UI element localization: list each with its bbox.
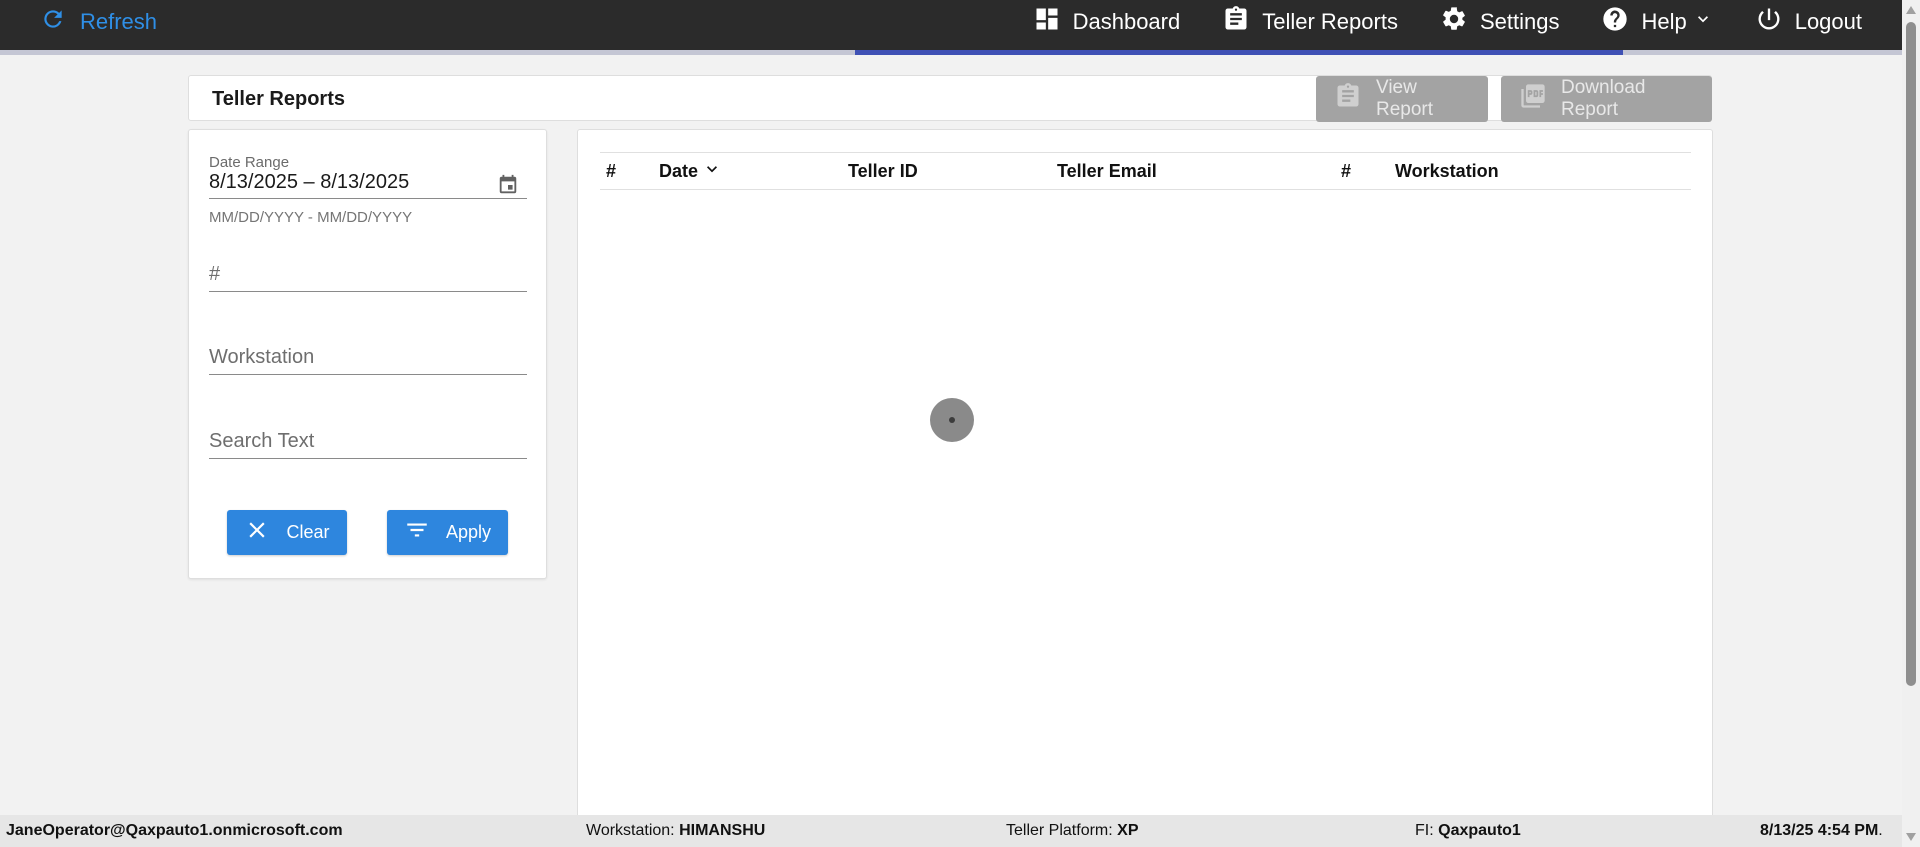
nav-teller-reports-label: Teller Reports [1262, 9, 1398, 34]
loading-spinner [930, 398, 974, 442]
close-icon [244, 517, 270, 548]
clear-button[interactable]: Clear [227, 510, 347, 555]
column-header-date[interactable]: Date [659, 153, 722, 190]
nav-dashboard[interactable]: Dashboard [1033, 5, 1181, 39]
apply-button[interactable]: Apply [387, 510, 508, 555]
chevron-down-icon [1697, 9, 1713, 35]
report-table-card: # Date Teller ID Teller Email # Workstat… [577, 129, 1713, 819]
column-header-teller-id-label: Teller ID [848, 161, 918, 181]
workstation-placeholder: Workstation [209, 346, 315, 368]
calendar-icon[interactable] [497, 174, 519, 196]
main-nav: Dashboard Teller Reports Settings Help L… [991, 0, 1862, 44]
number-placeholder: # [209, 263, 221, 285]
nav-help[interactable]: Help [1601, 5, 1712, 39]
nav-logout[interactable]: Logout [1755, 5, 1862, 39]
download-report-button[interactable]: Download Report [1501, 76, 1712, 122]
view-report-button[interactable]: View Report [1316, 76, 1488, 122]
clipboard-icon [1334, 82, 1362, 116]
date-range-hint: MM/DD/YYYY - MM/DD/YYYY [209, 209, 413, 226]
search-text-field[interactable]: Search Text [209, 425, 527, 467]
date-range-field[interactable]: Date Range 8/13/2025 – 8/13/2025 MM/DD/Y… [209, 154, 527, 238]
column-header-number-label: # [606, 161, 617, 181]
status-datetime: 8/13/25 4:54 PM. [1760, 822, 1883, 839]
nav-help-label: Help [1641, 9, 1687, 34]
pdf-icon [1519, 82, 1547, 116]
status-user: JaneOperator@Qaxpauto1.onmicrosoft.com [6, 822, 343, 839]
dashboard-icon [1033, 5, 1061, 39]
refresh-icon [40, 6, 66, 38]
number-field[interactable]: # [209, 258, 527, 300]
column-header-workstation[interactable]: Workstation [1395, 153, 1499, 190]
view-report-label: View Report [1376, 77, 1434, 120]
column-header-workstation-label: Workstation [1395, 161, 1499, 181]
scroll-up-arrow-icon[interactable] [1906, 6, 1916, 14]
date-range-label: Date Range [209, 154, 290, 171]
download-report-label: Download Report [1561, 77, 1646, 120]
column-header-date-label: Date [659, 161, 699, 181]
nav-settings[interactable]: Settings [1440, 5, 1560, 39]
nav-settings-label: Settings [1479, 9, 1560, 34]
gear-icon [1440, 5, 1468, 39]
column-header-number[interactable]: # [606, 153, 616, 190]
search-text-placeholder: Search Text [209, 430, 315, 452]
number-underline [209, 291, 527, 292]
search-text-underline [209, 458, 527, 459]
help-icon [1601, 5, 1629, 39]
refresh-button[interactable]: Refresh [40, 0, 157, 44]
column-header-teller-id[interactable]: Teller ID [848, 153, 918, 190]
nav-logout-label: Logout [1794, 9, 1862, 34]
active-tab-indicator [855, 50, 1623, 55]
workstation-field[interactable]: Workstation [209, 341, 527, 383]
page-title: Teller Reports [212, 88, 345, 110]
nav-dashboard-label: Dashboard [1072, 9, 1181, 34]
status-bar: JaneOperator@Qaxpauto1.onmicrosoft.com W… [0, 815, 1902, 847]
workstation-underline [209, 374, 527, 375]
nav-underline [0, 50, 1902, 55]
clipboard-icon [1222, 5, 1250, 39]
filter-icon [404, 517, 430, 548]
column-header-count[interactable]: # [1341, 153, 1351, 190]
page-header-card: Teller Reports View Report Download Repo… [188, 75, 1712, 122]
date-range-value[interactable]: 8/13/2025 – 8/13/2025 [209, 171, 409, 194]
top-navigation-bar: Refresh Dashboard Teller Reports Setting… [0, 0, 1902, 50]
date-range-underline [209, 198, 527, 199]
clear-label: Clear [286, 522, 330, 542]
status-teller-platform: Teller Platform: XP [1006, 822, 1139, 839]
column-header-teller-email-label: Teller Email [1057, 161, 1157, 181]
scrollbar-thumb[interactable] [1906, 22, 1916, 686]
nav-teller-reports[interactable]: Teller Reports [1222, 5, 1398, 39]
filter-panel: Date Range 8/13/2025 – 8/13/2025 MM/DD/Y… [188, 129, 547, 579]
status-workstation: Workstation: HIMANSHU [586, 822, 766, 839]
power-icon [1755, 5, 1783, 39]
refresh-label: Refresh [80, 9, 158, 34]
column-header-teller-email[interactable]: Teller Email [1057, 153, 1157, 190]
column-header-count-label: # [1341, 161, 1352, 181]
vertical-scrollbar[interactable] [1902, 0, 1920, 847]
table-header: # Date Teller ID Teller Email # Workstat… [600, 152, 1691, 190]
sort-chevron-down-icon [698, 159, 722, 184]
apply-label: Apply [445, 522, 492, 542]
scroll-down-arrow-icon[interactable] [1906, 833, 1916, 841]
status-fi: FI: Qaxpauto1 [1415, 822, 1521, 839]
